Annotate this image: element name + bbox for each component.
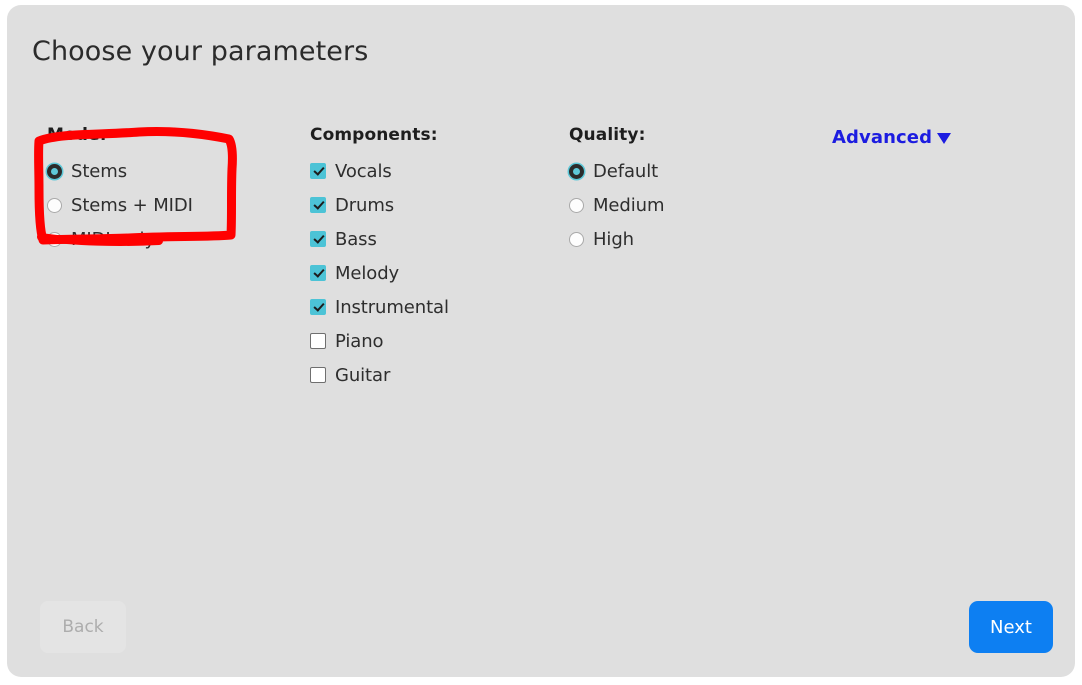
radio-option-medium[interactable]: Medium: [569, 188, 799, 222]
checkbox-piano-label: Piano: [335, 330, 384, 352]
radio-stems-icon[interactable]: [47, 163, 62, 179]
advanced-toggle[interactable]: Advanced: [832, 127, 952, 148]
checkbox-option-melody[interactable]: Melody: [310, 256, 530, 290]
radio-stems-midi-label: Stems + MIDI: [71, 194, 193, 216]
checkbox-melody-label: Melody: [335, 262, 400, 284]
checkbox-vocals-icon[interactable]: [310, 163, 326, 179]
back-button[interactable]: Back: [40, 601, 126, 653]
radio-high-label: High: [593, 228, 634, 250]
radio-option-default[interactable]: Default: [569, 154, 799, 188]
checkbox-option-guitar[interactable]: Guitar: [310, 358, 530, 392]
chevron-down-icon: [937, 133, 952, 144]
checkbox-guitar-label: Guitar: [335, 364, 391, 386]
mode-group-title: Mode:: [47, 125, 107, 145]
mode-option-group: Mode: Stems Stems + MIDI MIDI-only: [47, 125, 257, 256]
advanced-toggle-label: Advanced: [832, 127, 933, 148]
checkbox-instrumental-icon[interactable]: [310, 299, 326, 315]
radio-option-midi-only[interactable]: MIDI-only: [47, 222, 257, 256]
radio-medium-icon[interactable]: [569, 197, 584, 213]
radio-default-icon[interactable]: [569, 163, 584, 179]
checkbox-option-instrumental[interactable]: Instrumental: [310, 290, 530, 324]
radio-midi-only-label: MIDI-only: [71, 228, 156, 250]
checkbox-vocals-label: Vocals: [335, 160, 392, 182]
page-title: Choose your parameters: [32, 36, 369, 67]
next-button[interactable]: Next: [969, 601, 1053, 653]
radio-option-stems-midi[interactable]: Stems + MIDI: [47, 188, 257, 222]
parameters-card: Choose your parameters Mode: Stems Stems…: [7, 5, 1075, 677]
checkbox-instrumental-label: Instrumental: [335, 296, 449, 318]
radio-midi-only-icon[interactable]: [47, 231, 62, 247]
components-group-title: Components:: [310, 125, 438, 145]
components-option-group: Components: Vocals Drums Bass Melody Ins…: [310, 125, 530, 392]
checkbox-option-piano[interactable]: Piano: [310, 324, 530, 358]
checkbox-melody-icon[interactable]: [310, 265, 326, 281]
checkbox-option-drums[interactable]: Drums: [310, 188, 530, 222]
radio-stems-label: Stems: [71, 160, 127, 182]
checkbox-guitar-icon[interactable]: [310, 367, 326, 383]
radio-default-label: Default: [593, 160, 659, 182]
radio-medium-label: Medium: [593, 194, 665, 216]
checkbox-drums-label: Drums: [335, 194, 395, 216]
checkbox-bass-icon[interactable]: [310, 231, 326, 247]
quality-option-group: Quality: Default Medium High: [569, 125, 799, 256]
radio-stems-midi-icon[interactable]: [47, 197, 62, 213]
radio-option-stems[interactable]: Stems: [47, 154, 257, 188]
checkbox-piano-icon[interactable]: [310, 333, 326, 349]
checkbox-option-vocals[interactable]: Vocals: [310, 154, 530, 188]
checkbox-drums-icon[interactable]: [310, 197, 326, 213]
radio-option-high[interactable]: High: [569, 222, 799, 256]
quality-group-title: Quality:: [569, 125, 646, 145]
radio-high-icon[interactable]: [569, 231, 584, 247]
checkbox-bass-label: Bass: [335, 228, 377, 250]
checkbox-option-bass[interactable]: Bass: [310, 222, 530, 256]
